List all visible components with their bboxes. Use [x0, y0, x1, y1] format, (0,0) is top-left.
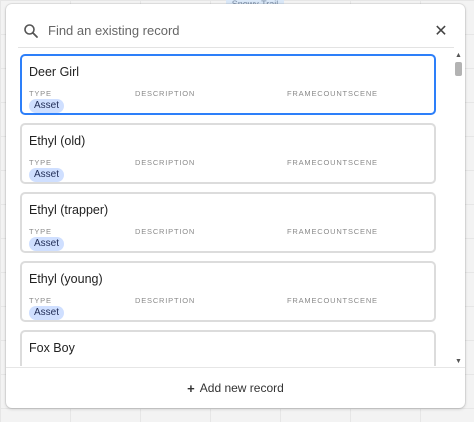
close-icon[interactable]: ✕ [430, 20, 452, 42]
description-label: DESCRIPTION [135, 227, 196, 236]
search-input[interactable] [48, 23, 430, 38]
list-scrollbar[interactable]: ▲ ▼ [454, 52, 463, 366]
scene-label: SCENE [348, 158, 378, 167]
add-new-record-label: Add new record [199, 381, 284, 395]
type-pill: Asset [29, 237, 65, 251]
record-card[interactable]: Deer Girl TYPE DESCRIPTION FRAMECOUNT SC… [20, 54, 436, 115]
type-label: TYPE [29, 365, 52, 366]
type-pill: Asset [29, 306, 65, 320]
framecount-label: FRAMECOUNT [287, 365, 348, 366]
add-new-record-button[interactable]: + Add new record [6, 367, 465, 408]
type-pill: Asset [29, 99, 65, 113]
record-name: Ethyl (young) [29, 272, 103, 286]
framecount-label: FRAMECOUNT [287, 89, 348, 98]
record-name: Ethyl (trapper) [29, 203, 109, 217]
record-card[interactable]: Fox Boy TYPE DESCRIPTION FRAMECOUNT SCEN… [20, 330, 436, 366]
framecount-label: FRAMECOUNT [287, 296, 348, 305]
record-card[interactable]: Ethyl (young) TYPE DESCRIPTION FRAMECOUN… [20, 261, 436, 322]
type-label: TYPE [29, 227, 52, 236]
scroll-thumb[interactable] [455, 62, 462, 76]
search-icon [24, 23, 38, 38]
type-pill: Asset [29, 168, 65, 182]
type-label: TYPE [29, 158, 52, 167]
framecount-label: FRAMECOUNT [287, 227, 348, 236]
scroll-up-icon[interactable]: ▲ [454, 52, 463, 60]
description-label: DESCRIPTION [135, 158, 196, 167]
description-label: DESCRIPTION [135, 296, 196, 305]
record-name: Deer Girl [29, 65, 80, 79]
scene-label: SCENE [348, 296, 378, 305]
type-label: TYPE [29, 89, 52, 98]
framecount-label: FRAMECOUNT [287, 158, 348, 167]
scroll-down-icon[interactable]: ▼ [454, 358, 463, 366]
record-name: Fox Boy [29, 341, 75, 355]
plus-icon: + [187, 380, 195, 396]
search-bar: ✕ [18, 14, 454, 48]
scene-label: SCENE [348, 365, 378, 366]
record-list: Deer Girl TYPE DESCRIPTION FRAMECOUNT SC… [18, 52, 454, 366]
description-label: DESCRIPTION [135, 89, 196, 98]
description-label: DESCRIPTION [135, 365, 195, 366]
record-card[interactable]: Ethyl (trapper) TYPE DESCRIPTION FRAMECO… [20, 192, 436, 253]
scene-label: SCENE [348, 89, 378, 98]
scene-label: SCENE [348, 227, 378, 236]
record-name: Ethyl (old) [29, 134, 86, 148]
type-label: TYPE [29, 296, 52, 305]
record-picker-dialog: ✕ Deer Girl TYPE DESCRIPTION FRAMECOUNT … [6, 4, 465, 408]
record-card[interactable]: Ethyl (old) TYPE DESCRIPTION FRAMECOUNT … [20, 123, 436, 184]
